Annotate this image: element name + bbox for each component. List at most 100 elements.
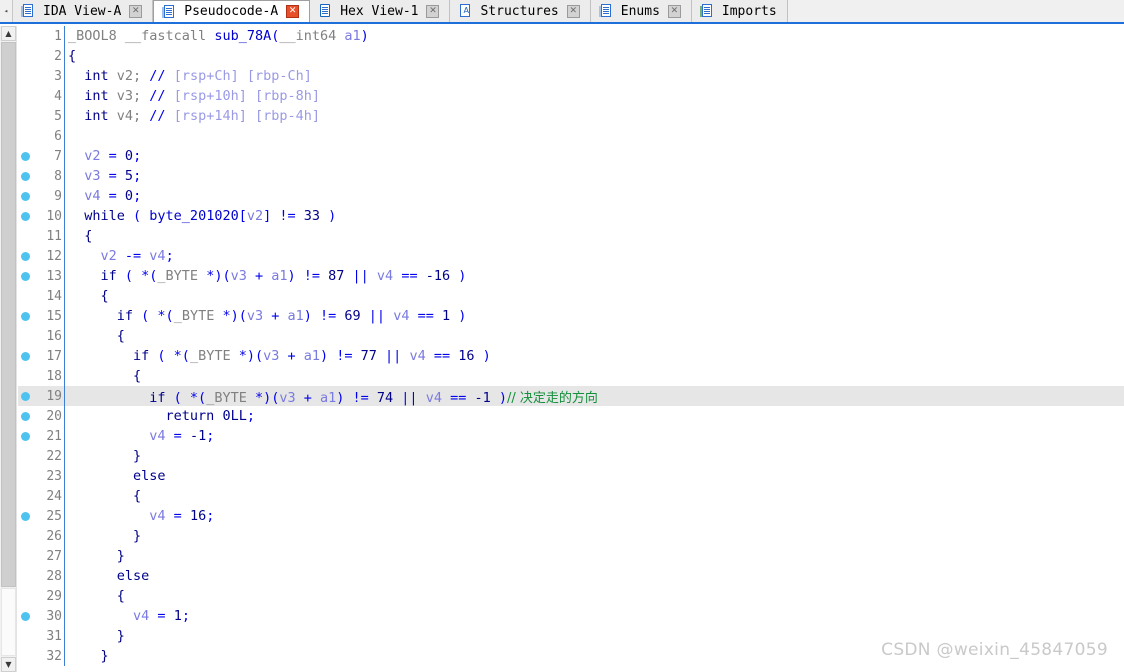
breakpoint-gutter[interactable] [18, 586, 36, 606]
code-line[interactable]: 21 v4 = -1; [18, 426, 1124, 446]
breakpoint-icon[interactable] [21, 192, 30, 201]
breakpoint-icon[interactable] [21, 512, 30, 521]
breakpoint-gutter[interactable] [18, 326, 36, 346]
code-token-punct: *)( [246, 389, 280, 406]
code-line[interactable]: 29 { [18, 586, 1124, 606]
tab-imports[interactable]: Imports [691, 0, 788, 22]
breakpoint-gutter[interactable] [18, 266, 36, 286]
tab-hex-view-1[interactable]: Hex View-1 ✕ [310, 0, 451, 22]
breakpoint-gutter[interactable] [18, 526, 36, 546]
code-line[interactable]: 16 { [18, 326, 1124, 346]
code-token-punct: ( [124, 208, 150, 224]
breakpoint-icon[interactable] [21, 412, 30, 421]
code-token-var: v4 [133, 608, 150, 624]
close-icon[interactable]: ✕ [286, 5, 300, 18]
breakpoint-icon[interactable] [21, 392, 30, 401]
breakpoint-icon[interactable] [21, 432, 30, 441]
code-line[interactable]: 30 v4 = 1; [18, 606, 1124, 626]
close-icon[interactable]: ✕ [426, 4, 440, 18]
code-line[interactable]: 1 _BOOL8 __fastcall sub_78A(__int64 a1) [18, 26, 1124, 46]
breakpoint-gutter[interactable] [18, 126, 36, 146]
tab-structures[interactable]: Structures ✕ [450, 0, 591, 22]
breakpoint-gutter[interactable] [18, 346, 36, 366]
code-line[interactable]: 11 { [18, 226, 1124, 246]
code-line[interactable]: 19 if ( *(_BYTE *)(v3 + a1) != 74 || v4 … [18, 386, 1124, 406]
code-line[interactable]: 6 [18, 126, 1124, 146]
breakpoint-gutter[interactable] [18, 626, 36, 646]
code-line[interactable]: 26 } [18, 526, 1124, 546]
code-line[interactable]: 10 while ( byte_201020[v2] != 33 ) [18, 206, 1124, 226]
code-line[interactable]: 3 int v2; // [rsp+Ch] [rbp-Ch] [18, 66, 1124, 86]
scrollbar-thumb[interactable] [1, 42, 16, 587]
code-line[interactable]: 23 else [18, 466, 1124, 486]
scroll-down-arrow-icon[interactable]: ▼ [1, 657, 16, 672]
breakpoint-icon[interactable] [21, 252, 30, 261]
breakpoint-gutter[interactable] [18, 206, 36, 226]
breakpoint-gutter[interactable] [18, 246, 36, 266]
breakpoint-gutter[interactable] [18, 226, 36, 246]
tab-scroll-left-button[interactable]: ◂ [0, 0, 13, 22]
code-line[interactable]: 8 v3 = 5; [18, 166, 1124, 186]
code-line[interactable]: 22 } [18, 446, 1124, 466]
code-line[interactable]: 14 { [18, 286, 1124, 306]
scrollbar-track[interactable] [1, 588, 16, 656]
breakpoint-gutter[interactable] [18, 286, 36, 306]
breakpoint-gutter[interactable] [18, 46, 36, 66]
breakpoint-gutter[interactable] [18, 146, 36, 166]
code-line[interactable]: 25 v4 = 16; [18, 506, 1124, 526]
breakpoint-gutter[interactable] [18, 366, 36, 386]
code-line[interactable]: 18 { [18, 366, 1124, 386]
code-token-punct: || [393, 389, 426, 406]
breakpoint-gutter[interactable] [18, 386, 36, 406]
code-line[interactable]: 12 v2 -= v4; [18, 246, 1124, 266]
breakpoint-gutter[interactable] [18, 66, 36, 86]
breakpoint-gutter[interactable] [18, 506, 36, 526]
vertical-scrollbar[interactable]: ▲ ▼ [0, 26, 17, 672]
tab-ida-view-a[interactable]: IDA View-A ✕ [13, 0, 154, 22]
close-icon[interactable]: ✕ [667, 4, 681, 18]
breakpoint-icon[interactable] [21, 172, 30, 181]
scroll-up-arrow-icon[interactable]: ▲ [1, 26, 16, 41]
breakpoint-gutter[interactable] [18, 466, 36, 486]
code-line[interactable]: 27 } [18, 546, 1124, 566]
breakpoint-icon[interactable] [21, 272, 30, 281]
code-token-punct: = [100, 168, 125, 184]
breakpoint-gutter[interactable] [18, 426, 36, 446]
code-line[interactable]: 24 { [18, 486, 1124, 506]
code-line[interactable]: 4 int v3; // [rsp+10h] [rbp-8h] [18, 86, 1124, 106]
code-line[interactable]: 15 if ( *(_BYTE *)(v3 + a1) != 69 || v4 … [18, 306, 1124, 326]
tab-pseudocode-a[interactable]: Pseudocode-A ✕ [153, 0, 311, 22]
breakpoint-gutter[interactable] [18, 566, 36, 586]
breakpoint-gutter[interactable] [18, 646, 36, 666]
tab-enums[interactable]: Enums ✕ [590, 0, 692, 22]
breakpoint-gutter[interactable] [18, 26, 36, 46]
code-line[interactable]: 5 int v4; // [rsp+14h] [rbp-4h] [18, 106, 1124, 126]
code-line[interactable]: 7 v2 = 0; [18, 146, 1124, 166]
tab-label: Enums [620, 3, 660, 19]
breakpoint-icon[interactable] [21, 352, 30, 361]
breakpoint-gutter[interactable] [18, 606, 36, 626]
breakpoint-gutter[interactable] [18, 406, 36, 426]
breakpoint-gutter[interactable] [18, 186, 36, 206]
breakpoint-icon[interactable] [21, 612, 30, 621]
breakpoint-gutter[interactable] [18, 106, 36, 126]
breakpoint-gutter[interactable] [18, 486, 36, 506]
code-line[interactable]: 17 if ( *(_BYTE *)(v3 + a1) != 77 || v4 … [18, 346, 1124, 366]
breakpoint-gutter[interactable] [18, 306, 36, 326]
code-line[interactable]: 20 return 0LL; [18, 406, 1124, 426]
breakpoint-gutter[interactable] [18, 166, 36, 186]
code-line[interactable]: 13 if ( *(_BYTE *)(v3 + a1) != 87 || v4 … [18, 266, 1124, 286]
code-line[interactable]: 9 v4 = 0; [18, 186, 1124, 206]
breakpoint-gutter[interactable] [18, 546, 36, 566]
close-icon[interactable]: ✕ [129, 4, 143, 18]
code-line[interactable]: 28 else [18, 566, 1124, 586]
breakpoint-icon[interactable] [21, 312, 30, 321]
breakpoint-icon[interactable] [21, 152, 30, 161]
breakpoint-icon[interactable] [21, 212, 30, 221]
breakpoint-gutter[interactable] [18, 446, 36, 466]
pseudocode-editor[interactable]: 1 _BOOL8 __fastcall sub_78A(__int64 a1) 2{… [18, 26, 1124, 672]
close-icon[interactable]: ✕ [566, 4, 580, 18]
code-line[interactable]: 2{ [18, 46, 1124, 66]
breakpoint-gutter[interactable] [18, 86, 36, 106]
